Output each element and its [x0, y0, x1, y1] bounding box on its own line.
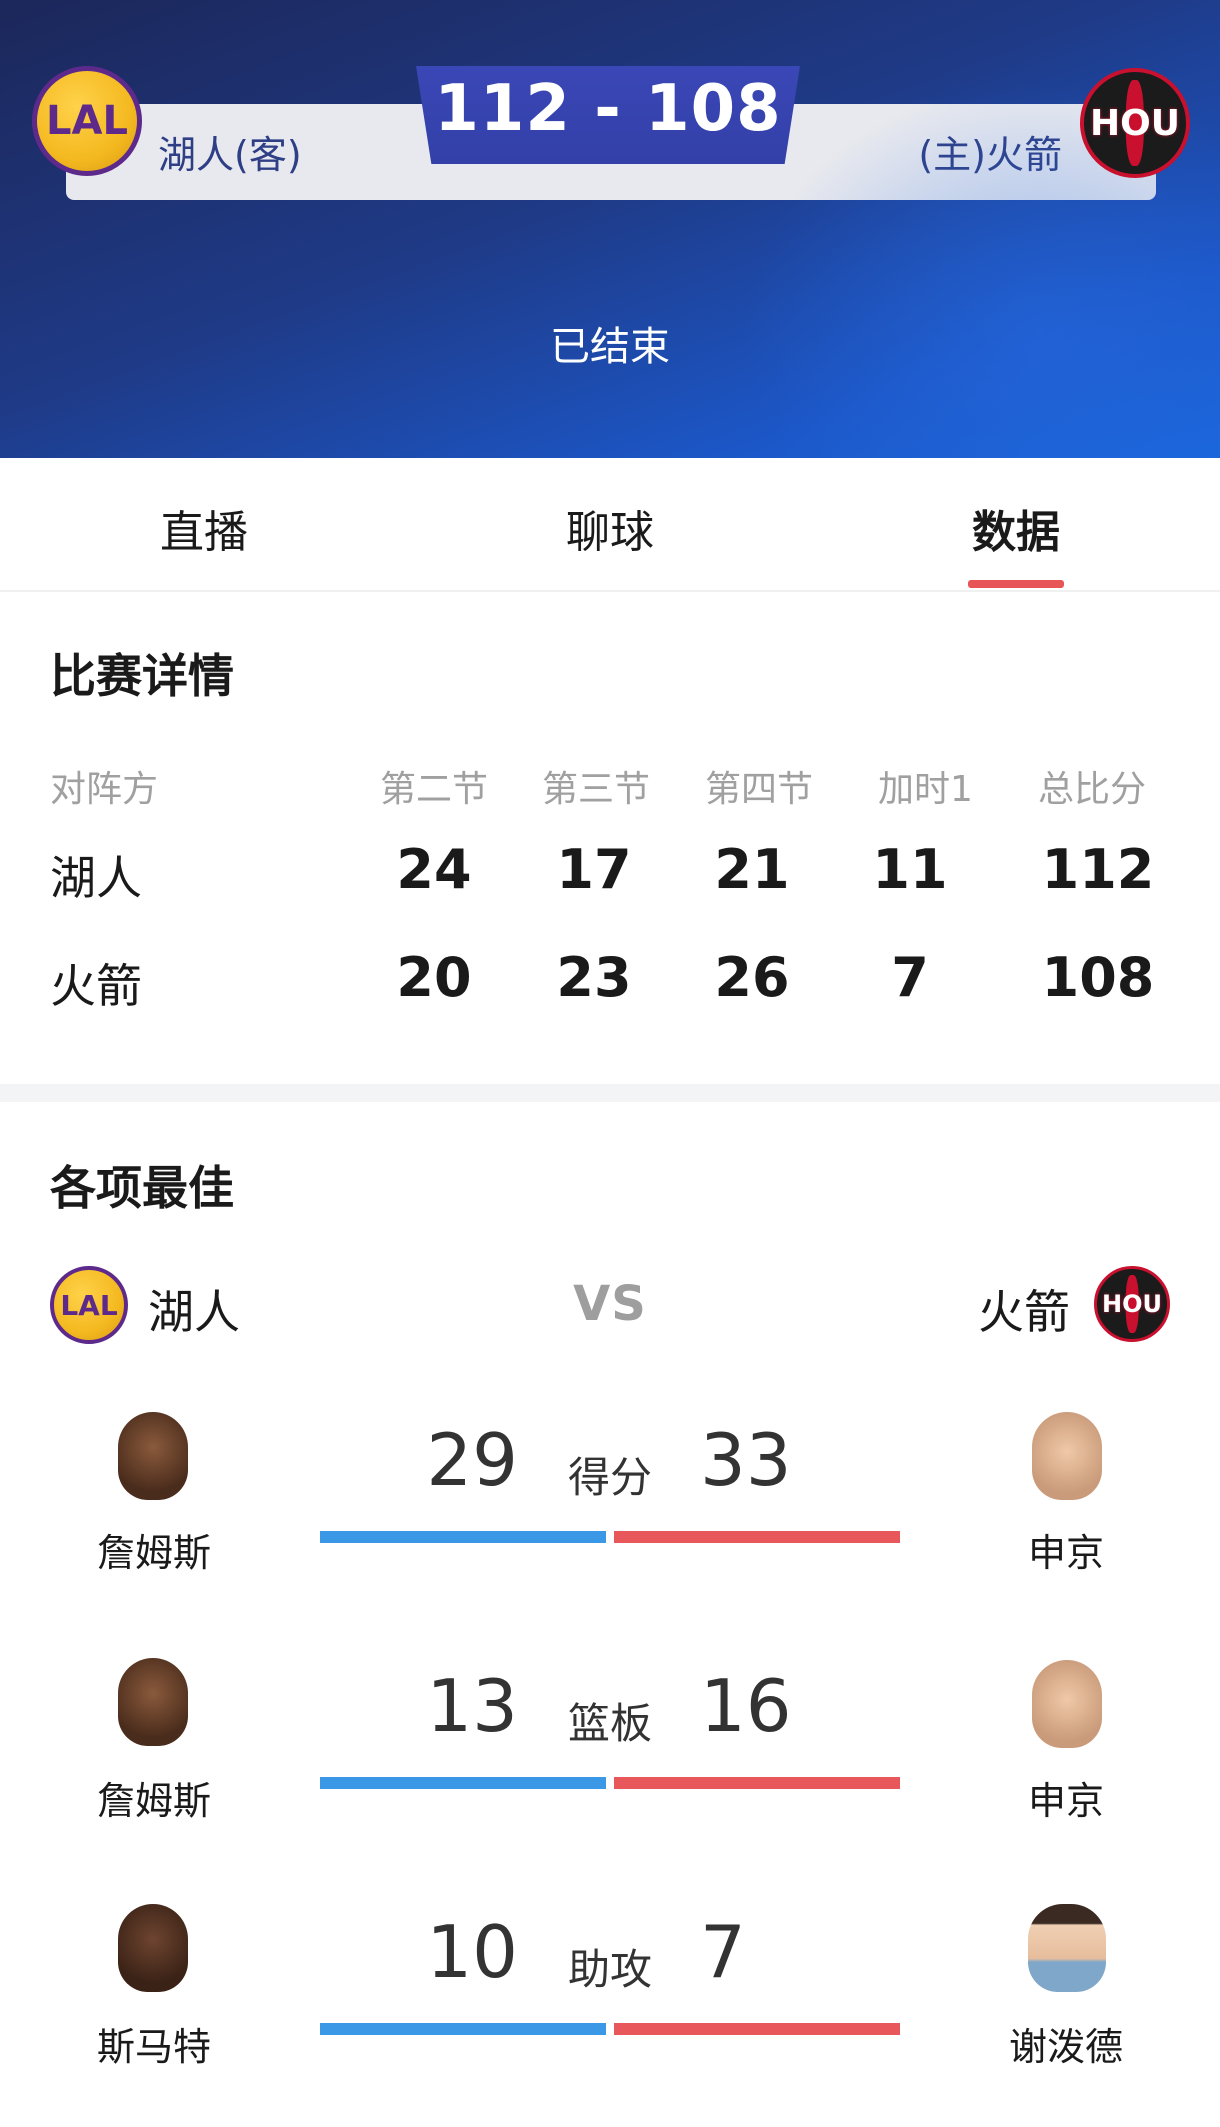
vs-label: VS: [573, 1276, 647, 1332]
col-header-q2: 第二节: [380, 769, 489, 810]
player-avatar-james-points[interactable]: [110, 1404, 196, 1500]
rockets-logo-text: HOU: [1090, 102, 1180, 144]
col-header-ot1: 加时1: [878, 769, 973, 810]
left-assists-value: 10: [426, 1910, 518, 1994]
left-leader-rebounds-player[interactable]: 詹姆斯: [54, 1770, 254, 1825]
rockets-small-logo-text: HOU: [1102, 1290, 1162, 1318]
lakers-small-logo-text: LAL: [60, 1288, 118, 1322]
col-header-q4: 第四节: [705, 769, 814, 810]
right-leader-points-player[interactable]: 申京: [966, 1522, 1166, 1577]
player-avatar-james-rebounds[interactable]: [110, 1650, 196, 1746]
home-team-name[interactable]: (主)火箭: [918, 124, 1062, 179]
match-header: LAL 湖人(客) 112 - 108 (主)火箭 HOU 已结束: [0, 0, 1220, 458]
player-photo-james: [118, 1412, 188, 1500]
left-points-bar: [320, 1531, 606, 1543]
away-team-name[interactable]: 湖人(客): [158, 124, 302, 179]
player-avatar-smart-assists[interactable]: [110, 1896, 196, 1992]
col-header-team: 对阵方: [50, 769, 159, 810]
player-photo-sheppard: [1028, 1904, 1106, 1992]
match-status: 已结束: [550, 324, 670, 370]
left-points-value: 29: [426, 1418, 518, 1502]
lakers-q3-score: 17: [556, 838, 632, 901]
rockets-ot1-score: 7: [891, 946, 929, 1009]
right-points-value: 33: [700, 1418, 792, 1502]
left-rebounds-value: 13: [426, 1664, 518, 1748]
tab-live[interactable]: 直播: [104, 496, 304, 560]
leaders-title: 各项最佳: [50, 1161, 234, 1215]
leaders-left-team[interactable]: 湖人: [148, 1276, 240, 1342]
rockets-q2-score: 20: [396, 946, 472, 1009]
rebounds-label: 篮板: [567, 1699, 652, 1748]
rockets-q4-score: 26: [714, 946, 790, 1009]
player-photo-sengun: [1032, 1412, 1102, 1500]
tab-stats[interactable]: 数据: [916, 496, 1116, 560]
lakers-ot1-score: 11: [872, 838, 948, 901]
left-leader-points-player[interactable]: 詹姆斯: [54, 1522, 254, 1577]
player-avatar-sheppard-assists[interactable]: [1020, 1896, 1114, 1992]
left-leader-assists-player[interactable]: 斯马特: [54, 2016, 254, 2071]
lakers-logo-icon[interactable]: LAL: [32, 66, 142, 176]
col-header-total: 总比分: [1038, 769, 1147, 810]
right-points-bar: [614, 1531, 900, 1543]
rockets-small-logo-icon[interactable]: HOU: [1094, 1266, 1170, 1342]
lakers-q2-score: 24: [396, 838, 472, 901]
row-team-rockets: 火箭: [50, 959, 142, 1013]
left-assists-bar: [320, 2023, 606, 2035]
right-rebounds-bar: [614, 1777, 900, 1789]
tab-bar: 直播 聊球 数据: [0, 458, 1220, 592]
player-photo-james-2: [118, 1658, 188, 1746]
active-tab-indicator: [968, 580, 1064, 588]
section-divider: [0, 1084, 1220, 1102]
right-leader-assists-player[interactable]: 谢泼德: [966, 2016, 1166, 2071]
right-rebounds-value: 16: [700, 1664, 792, 1748]
left-rebounds-bar: [320, 1777, 606, 1789]
match-details-title: 比赛详情: [50, 649, 234, 703]
right-leader-rebounds-player[interactable]: 申京: [966, 1770, 1166, 1825]
rockets-q3-score: 23: [556, 946, 632, 1009]
player-photo-sengun-2: [1032, 1660, 1102, 1748]
player-avatar-sengun-points[interactable]: [1024, 1404, 1110, 1500]
leaders-right-team[interactable]: 火箭: [978, 1276, 1070, 1342]
col-header-q3: 第三节: [542, 769, 651, 810]
lakers-total-score: 112: [1041, 838, 1155, 901]
lakers-small-logo-icon[interactable]: LAL: [50, 1266, 128, 1344]
rockets-total-score: 108: [1041, 946, 1155, 1009]
right-assists-bar: [614, 2023, 900, 2035]
lakers-logo-text: LAL: [46, 98, 128, 144]
assists-label: 助攻: [567, 1945, 652, 1994]
row-team-lakers: 湖人: [50, 851, 142, 905]
rockets-logo-icon[interactable]: HOU: [1080, 68, 1190, 178]
player-photo-smart: [118, 1904, 188, 1992]
points-label: 得分: [567, 1453, 652, 1502]
player-avatar-sengun-rebounds[interactable]: [1024, 1652, 1110, 1748]
final-score: 112 - 108: [434, 72, 782, 146]
right-assists-value: 7: [700, 1910, 746, 1994]
tab-chat[interactable]: 聊球: [510, 496, 710, 560]
lakers-q4-score: 21: [714, 838, 790, 901]
